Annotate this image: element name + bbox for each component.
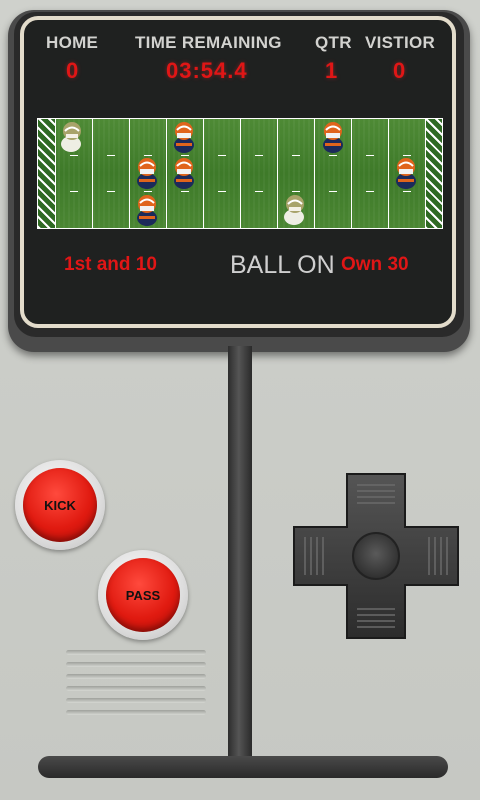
hash-mark [255, 155, 263, 156]
hash-mark [218, 191, 226, 192]
left-endzone [38, 119, 55, 228]
kick-button-ring: KICK [15, 460, 105, 550]
directional-pad[interactable] [291, 471, 461, 641]
quarter-label: QTR [315, 33, 352, 52]
yard-line [388, 119, 389, 228]
hash-mark [366, 155, 374, 156]
goal-line-right [425, 119, 426, 228]
speaker-grille [66, 650, 206, 722]
down-and-distance: 1st and 10 [64, 254, 157, 275]
yard-line [92, 119, 93, 228]
yard-line [240, 119, 241, 228]
visitor-player-icon [323, 122, 343, 153]
football-field [37, 118, 443, 229]
hash-mark [70, 155, 78, 156]
visitor-label: VISTIOR [365, 33, 436, 52]
quarter-value: 1 [325, 58, 338, 83]
hash-mark [255, 191, 263, 192]
device-base-bar [38, 756, 448, 778]
scoreboard-post [228, 346, 252, 760]
visitor-player-icon [137, 195, 157, 226]
kick-button[interactable]: KICK [23, 468, 97, 542]
hash-mark [218, 155, 226, 156]
yard-line [129, 119, 130, 228]
time-remaining: 03:54.4 [166, 58, 248, 83]
visitor-player-icon [174, 122, 194, 153]
hash-mark [107, 155, 115, 156]
yard-line [314, 119, 315, 228]
pass-button[interactable]: PASS [106, 558, 180, 632]
right-endzone [425, 119, 442, 228]
visitor-score: 0 [393, 58, 406, 83]
visitor-player-icon [396, 158, 416, 189]
hash-mark [366, 191, 374, 192]
hash-mark [107, 191, 115, 192]
yard-line [166, 119, 167, 228]
hash-mark [329, 155, 337, 156]
visitor-player-icon [137, 158, 157, 189]
home-player-icon [61, 122, 81, 152]
ball-spot: Own 30 [341, 254, 409, 275]
hash-mark [403, 191, 411, 192]
yard-line [203, 119, 204, 228]
home-score: 0 [66, 58, 79, 83]
home-player-icon [284, 195, 304, 225]
yard-line [277, 119, 278, 228]
hash-mark [70, 191, 78, 192]
yard-line [351, 119, 352, 228]
hash-mark [181, 191, 189, 192]
hash-mark [329, 191, 337, 192]
visitor-player-icon [174, 158, 194, 189]
pass-button-ring: PASS [98, 550, 188, 640]
ball-on-label: BALL ON [230, 251, 335, 279]
home-label: HOME [46, 33, 99, 52]
time-remaining-label: TIME REMAINING [135, 33, 282, 52]
hash-mark [292, 155, 300, 156]
goal-line-left [55, 119, 56, 228]
